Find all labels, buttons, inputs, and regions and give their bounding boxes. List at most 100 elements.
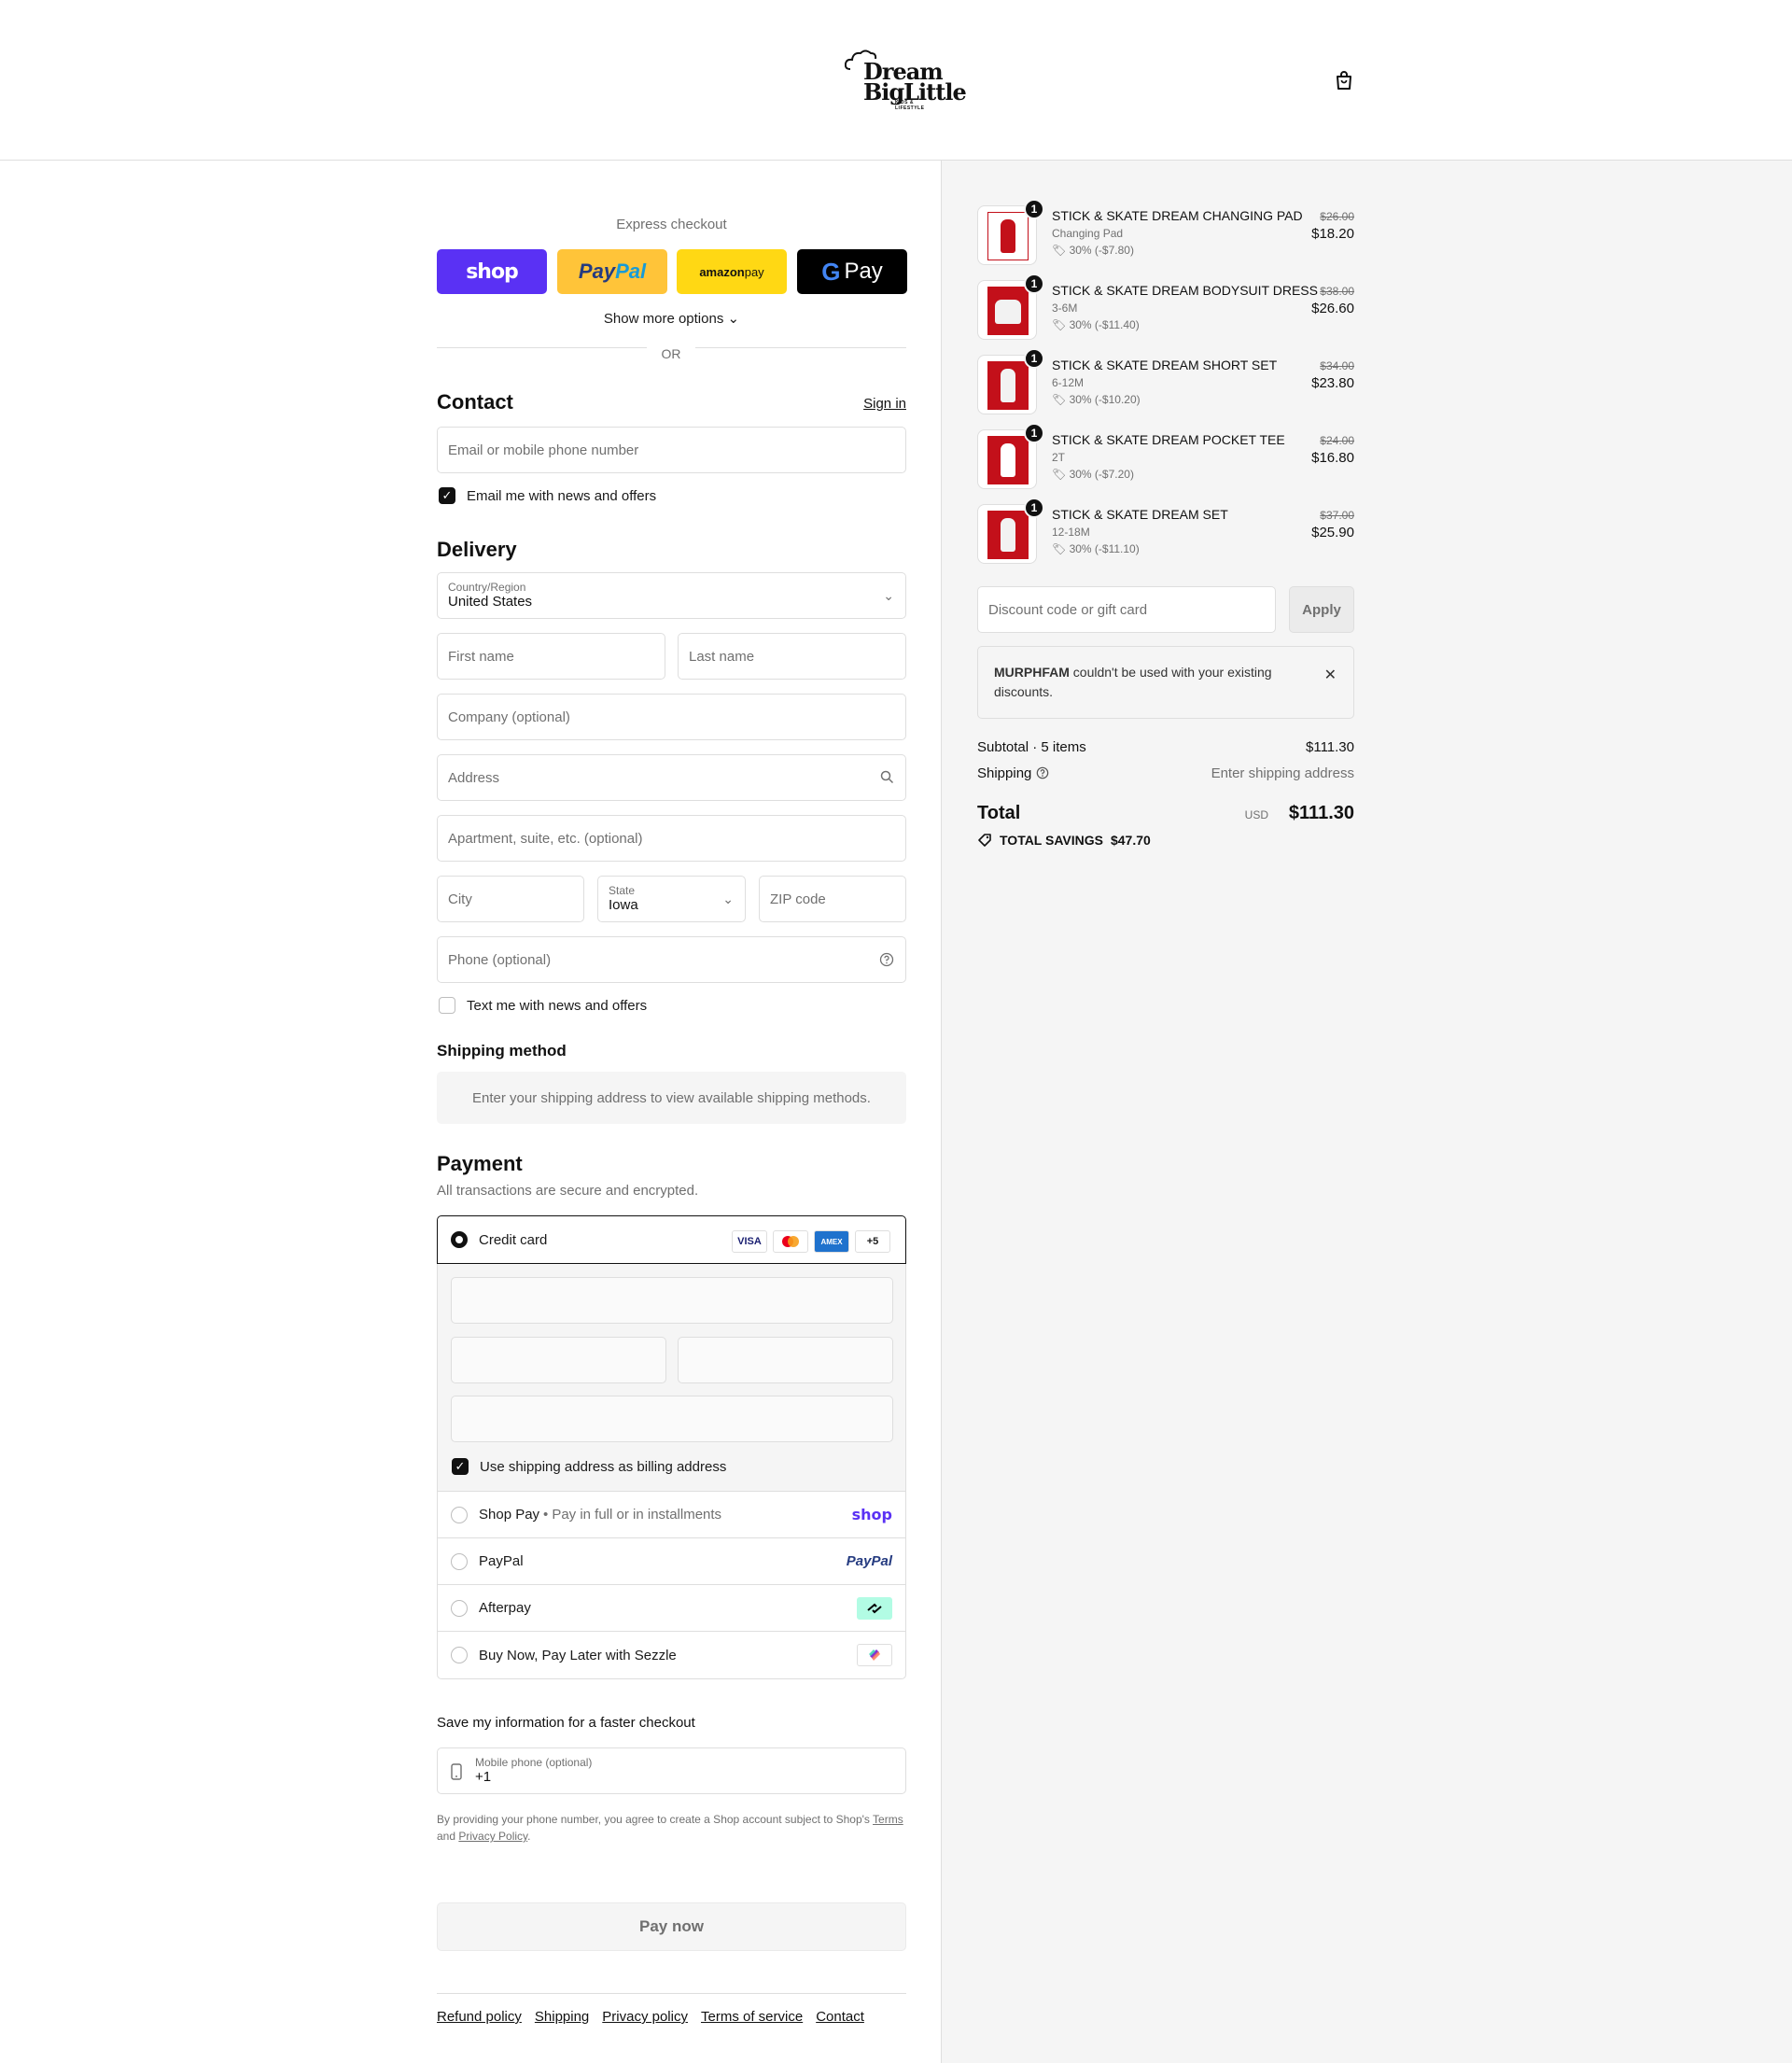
afterpay-icon <box>857 1596 892 1620</box>
country-select[interactable]: Country/Region United States ⌄ <box>437 572 906 619</box>
sign-in-link[interactable]: Sign in <box>863 396 906 412</box>
paypal-option[interactable]: PayPal PayPal <box>437 1537 906 1585</box>
email-news-checkbox-row[interactable]: ✓ Email me with news and offers <box>439 487 656 504</box>
google-pay-text: Pay <box>844 259 883 284</box>
credit-card-label: Credit card <box>479 1231 548 1248</box>
cart-button[interactable] <box>1333 69 1355 91</box>
address-field[interactable]: Address <box>437 754 906 801</box>
tag-icon: 🏷︎ <box>1052 318 1067 331</box>
apply-discount-button[interactable]: Apply <box>1289 586 1354 633</box>
paypal-express-button[interactable]: PayPal <box>557 249 667 294</box>
separator-dot: • <box>543 1507 549 1523</box>
paypal-radio[interactable] <box>451 1552 468 1570</box>
sezzle-radio[interactable] <box>451 1647 468 1663</box>
email-placeholder: Email or mobile phone number <box>448 442 639 458</box>
item-discount-text: 30% (-$7.80) <box>1069 244 1134 257</box>
discount-code-input[interactable]: Discount code or gift card <box>977 586 1276 633</box>
item-variant: 2T <box>1052 451 1066 464</box>
contact-link[interactable]: Contact <box>816 2009 864 2025</box>
apartment-field[interactable]: Apartment, suite, etc. (optional) <box>437 815 906 862</box>
company-field[interactable]: Company (optional) <box>437 694 906 740</box>
payment-subtitle: All transactions are secure and encrypte… <box>437 1183 699 1199</box>
shop-pay-sublabel: Pay in full or in installments <box>552 1507 722 1523</box>
save-info-title: Save my information for a faster checkou… <box>437 1715 695 1731</box>
google-pay-express-button[interactable]: G Pay <box>797 249 907 294</box>
credit-card-radio[interactable] <box>451 1231 468 1248</box>
company-placeholder: Company (optional) <box>448 709 570 725</box>
card-number-field[interactable] <box>451 1277 893 1324</box>
contact-heading: Contact <box>437 390 513 414</box>
search-icon <box>880 770 894 787</box>
afterpay-option[interactable]: Afterpay <box>437 1584 906 1632</box>
cart-item: 1 STICK & SKATE DREAM POCKET TEE 2T 🏷︎ 3… <box>977 423 1354 495</box>
show-more-options-label: Show more options <box>603 311 724 327</box>
card-name-field[interactable] <box>451 1396 893 1442</box>
total-savings-label: TOTAL SAVINGS <box>1000 833 1103 848</box>
delivery-heading: Delivery <box>437 538 517 561</box>
item-name: STICK & SKATE DREAM SHORT SET <box>1052 358 1278 372</box>
credit-card-option[interactable]: Credit card VISA AMEX +5 <box>437 1215 906 1264</box>
shop-pay-radio[interactable] <box>451 1506 468 1523</box>
country-value: United States <box>448 594 533 610</box>
item-discount-text: 30% (-$10.20) <box>1069 393 1141 406</box>
sezzle-option[interactable]: Buy Now, Pay Later with Sezzle <box>437 1631 906 1679</box>
tag-icon: 🏷︎ <box>1052 468 1067 481</box>
email-news-checkbox[interactable]: ✓ <box>439 487 455 504</box>
card-security-code-field[interactable] <box>678 1337 893 1383</box>
header: Dream BigLittle KIDS & LIFESTYLE <box>0 0 1792 161</box>
quantity-badge: 1 <box>1024 498 1044 518</box>
legal-text: By providing your phone number, you agre… <box>437 1811 906 1845</box>
item-variant: 12-18M <box>1052 526 1090 539</box>
amazon-pay-express-button[interactable]: amazon pay <box>677 249 787 294</box>
item-discount: 🏷︎ 30% (-$11.10) <box>1052 542 1140 555</box>
show-more-options-button[interactable]: Show more options ⌄ <box>437 310 906 327</box>
refund-policy-link[interactable]: Refund policy <box>437 2009 522 2025</box>
billing-same-checkbox-row[interactable]: ✓ Use shipping address as billing addres… <box>452 1458 726 1475</box>
card-expiry-field[interactable] <box>451 1337 666 1383</box>
cart-item: 1 STICK & SKATE DREAM SHORT SET 6-12M 🏷︎… <box>977 348 1354 420</box>
card-details-area: ✓ Use shipping address as billing addres… <box>437 1264 906 1491</box>
terms-link[interactable]: Terms <box>873 1813 903 1826</box>
chevron-down-icon: ⌄ <box>727 311 740 327</box>
tag-icon: 🏷︎ <box>1052 542 1067 555</box>
address-placeholder: Address <box>448 769 500 786</box>
chevron-down-icon: ⌄ <box>883 588 894 603</box>
text-news-checkbox-row[interactable]: Text me with news and offers <box>439 997 647 1014</box>
close-icon[interactable]: ✕ <box>1324 666 1337 685</box>
zip-field[interactable]: ZIP code <box>759 876 906 922</box>
visa-icon: VISA <box>732 1230 767 1253</box>
help-circle-icon[interactable] <box>879 952 894 970</box>
email-field[interactable]: Email or mobile phone number <box>437 427 906 473</box>
privacy-policy-link[interactable]: Privacy Policy <box>458 1830 527 1843</box>
pay-now-button[interactable]: Pay now <box>437 1902 906 1951</box>
text-news-checkbox[interactable] <box>439 997 455 1014</box>
shipping-method-info: Enter your shipping address to view avai… <box>437 1072 906 1124</box>
text-news-label: Text me with news and offers <box>467 997 648 1014</box>
chevron-down-icon: ⌄ <box>722 891 734 906</box>
shop-pay-express-button[interactable]: shop <box>437 249 547 294</box>
subtotal-value: $111.30 <box>1306 739 1354 755</box>
footer-links: Refund policy Shipping Privacy policy Te… <box>437 2009 864 2025</box>
afterpay-radio[interactable] <box>451 1599 468 1617</box>
first-name-field[interactable]: First name <box>437 633 665 680</box>
last-name-field[interactable]: Last name <box>678 633 906 680</box>
city-field[interactable]: City <box>437 876 584 922</box>
terms-of-service-link[interactable]: Terms of service <box>701 2009 803 2025</box>
item-discount: 🏷︎ 30% (-$7.80) <box>1052 244 1134 257</box>
item-discount-text: 30% (-$7.20) <box>1069 468 1134 481</box>
brand-logo[interactable]: Dream BigLittle KIDS & LIFESTYLE <box>845 49 967 111</box>
tag-icon <box>978 834 991 847</box>
shop-pay-option[interactable]: Shop Pay • Pay in full or in installment… <box>437 1491 906 1538</box>
state-select[interactable]: State Iowa ⌄ <box>597 876 746 922</box>
legal-and: and <box>437 1830 456 1843</box>
total-label: Total <box>977 803 1021 823</box>
privacy-policy-footer-link[interactable]: Privacy policy <box>602 2009 688 2025</box>
billing-same-checkbox[interactable]: ✓ <box>452 1458 469 1475</box>
save-phone-field[interactable]: Mobile phone (optional) +1 <box>437 1747 906 1794</box>
quantity-badge: 1 <box>1024 348 1044 369</box>
item-name: STICK & SKATE DREAM POCKET TEE <box>1052 432 1285 447</box>
phone-field[interactable]: Phone (optional) <box>437 936 906 983</box>
help-circle-icon[interactable] <box>1036 766 1049 783</box>
phone-placeholder: Phone (optional) <box>448 951 552 968</box>
shipping-link[interactable]: Shipping <box>535 2009 589 2025</box>
